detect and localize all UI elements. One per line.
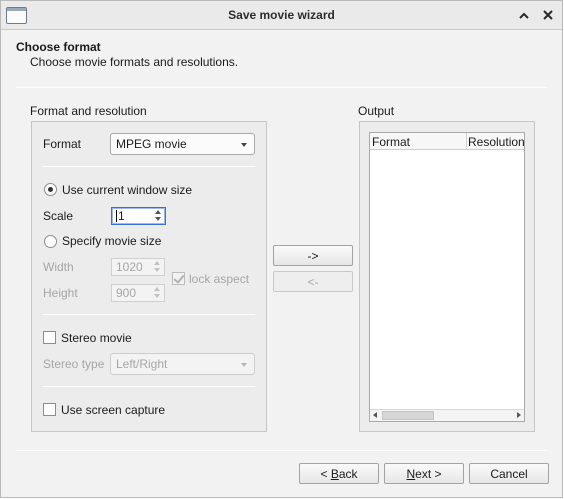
window-title: Save movie wizard (228, 8, 335, 22)
stereo-movie-checkbox[interactable] (43, 331, 56, 344)
stereo-type-select[interactable]: Left/Right (110, 353, 255, 375)
output-list-header: Format Resolution (370, 133, 525, 150)
back-prefix: < (320, 467, 331, 481)
stereo-movie-label[interactable]: Stereo movie (61, 331, 132, 345)
scroll-left-icon[interactable] (373, 412, 377, 418)
format-select[interactable]: MPEG movie (110, 133, 255, 155)
cancel-button[interactable]: Cancel (469, 463, 549, 484)
chevron-down-icon (241, 143, 247, 147)
spin-up-icon[interactable] (154, 287, 160, 291)
screen-capture-label[interactable]: Use screen capture (61, 403, 165, 417)
maximize-button[interactable] (515, 6, 533, 24)
output-list[interactable]: Format Resolution (369, 132, 525, 422)
width-spinbox[interactable]: 1020 (111, 258, 165, 276)
lock-aspect-checkbox[interactable] (172, 272, 185, 285)
format-select-value: MPEG movie (116, 137, 187, 151)
close-button[interactable] (539, 6, 557, 24)
format-label: Format (43, 137, 82, 151)
output-group-label: Output (358, 104, 395, 118)
use-window-size-radio[interactable] (44, 183, 57, 196)
column-header-resolution[interactable]: Resolution (468, 135, 525, 149)
width-value: 1020 (116, 260, 143, 274)
spin-up-icon[interactable] (154, 261, 160, 265)
height-spinbox[interactable]: 900 (111, 284, 165, 302)
stereo-type-label: Stereo type (43, 357, 105, 371)
next-mnemonic: N (406, 467, 416, 481)
chevron-down-icon (241, 363, 247, 367)
scrollbar-thumb[interactable] (382, 411, 434, 420)
spin-up-icon[interactable] (155, 210, 161, 214)
format-group-label: Format and resolution (30, 104, 147, 118)
wizard-header: Choose format Choose movie formats and r… (1, 31, 562, 88)
back-mnemonic: B (330, 467, 339, 481)
scale-value: 1 (118, 209, 125, 223)
format-resolution-group: Format MPEG movie Use current window siz… (31, 121, 267, 432)
add-output-button[interactable]: -> (273, 245, 353, 266)
page-title: Choose format (16, 40, 101, 54)
remove-output-button[interactable]: <- (273, 271, 353, 292)
text-caret (116, 210, 117, 222)
spin-down-icon[interactable] (154, 268, 160, 272)
title-bar[interactable]: Save movie wizard (1, 1, 562, 30)
format-separator (43, 166, 255, 167)
header-separator (16, 87, 547, 88)
back-button[interactable]: < Back (299, 463, 379, 484)
capture-separator (43, 386, 255, 387)
column-divider[interactable] (466, 133, 467, 150)
specify-size-label[interactable]: Specify movie size (62, 234, 161, 248)
scale-spinbox[interactable]: 1 (111, 207, 166, 225)
page-subtitle: Choose movie formats and resolutions. (30, 55, 239, 69)
output-group: Format Resolution (359, 121, 535, 432)
next-button[interactable]: Next > (384, 463, 464, 484)
height-label: Height (43, 286, 78, 300)
width-label: Width (43, 260, 74, 274)
footer-separator (16, 450, 547, 451)
specify-size-radio[interactable] (44, 235, 57, 248)
use-window-size-label[interactable]: Use current window size (62, 183, 192, 197)
next-rest: ext > (415, 467, 442, 481)
save-movie-wizard-window: Save movie wizard Choose format Choose m… (0, 0, 563, 498)
scale-stepper[interactable] (153, 209, 164, 223)
close-icon (543, 10, 553, 20)
stereo-separator (43, 314, 255, 315)
screen-capture-checkbox[interactable] (43, 403, 56, 416)
chevron-up-icon (519, 12, 529, 19)
height-stepper[interactable] (152, 286, 163, 300)
lock-aspect-label[interactable]: lock aspect (189, 272, 249, 286)
scale-label: Scale (43, 209, 74, 223)
horizontal-scrollbar[interactable] (370, 409, 524, 421)
height-value: 900 (116, 286, 137, 300)
spin-down-icon[interactable] (155, 217, 161, 221)
back-rest: ack (338, 467, 358, 481)
column-header-format[interactable]: Format (372, 135, 410, 149)
scroll-right-icon[interactable] (517, 412, 521, 418)
spin-down-icon[interactable] (154, 294, 160, 298)
width-stepper[interactable] (152, 260, 163, 274)
stereo-type-value: Left/Right (116, 357, 168, 371)
